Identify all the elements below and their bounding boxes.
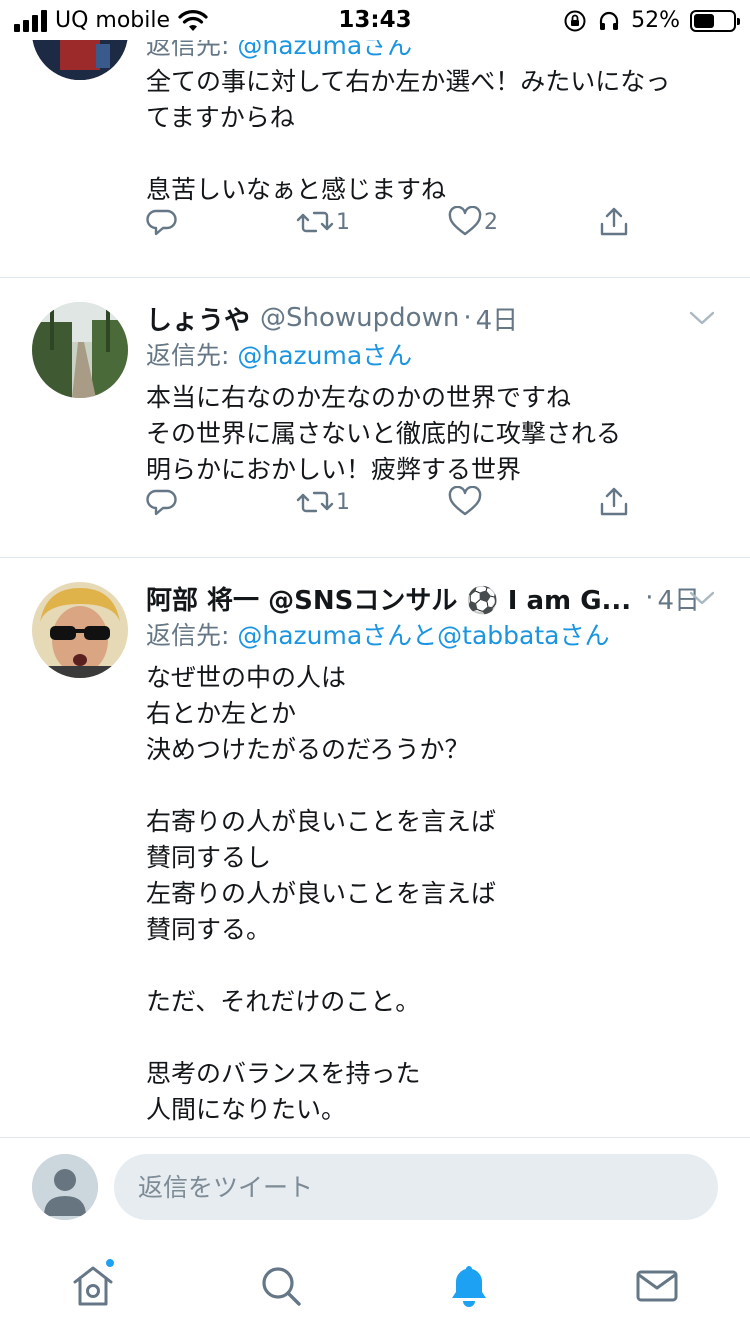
display-name[interactable]: 阿部 将一 @SNSコンサル ⚽ I am G...: [146, 580, 631, 617]
reply-to: 返信先: @hazumaさん: [146, 338, 720, 374]
home-icon: [73, 1266, 113, 1306]
retweet-button[interactable]: 1: [296, 202, 350, 242]
mail-icon: [636, 1270, 678, 1302]
tab-notifications[interactable]: [444, 1261, 494, 1311]
bell-icon: [452, 1266, 486, 1307]
tab-home[interactable]: [68, 1257, 118, 1311]
heart-icon: [448, 486, 482, 516]
tweet-header: しょうや @Showupdown · 4日: [146, 298, 720, 338]
tweet-text: なぜ世の中の人は 右とか左とか 決めつけたがるのだろうか？ 右寄りの人が良いこと…: [146, 663, 497, 1124]
retweet-icon: [296, 211, 334, 233]
reply-to-mention[interactable]: @hazumaさんと@tabbataさん: [237, 621, 609, 650]
reply-icon: [146, 489, 177, 516]
tweet-text: 本当に右なのか左なのかの世界ですね その世界に属さないと徹底的に攻撃される 明ら…: [146, 383, 622, 484]
tweet[interactable]: しょうや @Showupdown · 4日 返信先: @hazumaさん 本当に…: [0, 278, 750, 558]
retweet-button[interactable]: 1: [296, 482, 350, 522]
status-left: UQ mobile: [14, 8, 208, 33]
retweet-count: 1: [336, 209, 350, 235]
reply-button[interactable]: [146, 202, 180, 242]
reply-thread[interactable]: 返信先: @hazumaさん 全ての事に対して右か左か選べ！みたいになっ てます…: [0, 40, 750, 1136]
retweet-icon: [296, 491, 334, 513]
retweet-count: 1: [336, 489, 350, 515]
wifi-icon: [178, 9, 208, 31]
like-button[interactable]: [448, 482, 484, 522]
avatar[interactable]: [32, 582, 128, 678]
share-icon: [600, 207, 628, 236]
tweet-actions: 1: [146, 482, 646, 522]
share-button[interactable]: [598, 482, 630, 522]
tab-messages[interactable]: [632, 1261, 682, 1311]
carrier-name: UQ mobile: [55, 8, 171, 33]
new-content-indicator: [104, 1257, 116, 1269]
headphones-icon: [599, 11, 619, 30]
tweet-header: 阿部 将一 @SNSコンサル ⚽ I am G... · 4日: [146, 578, 720, 618]
reply-to-mention[interactable]: @hazumaさん: [237, 341, 412, 370]
reply-to-label: 返信先:: [146, 341, 238, 370]
user-handle[interactable]: @Showupdown: [260, 303, 459, 333]
tweet[interactable]: 阿部 将一 @SNSコンサル ⚽ I am G... · 4日 返信先: @ha…: [0, 558, 750, 1136]
my-avatar[interactable]: [32, 1154, 98, 1220]
bottom-tab-bar: [0, 1237, 750, 1334]
tweet-menu-button[interactable]: [684, 582, 720, 614]
avatar[interactable]: [32, 40, 128, 80]
reply-button[interactable]: [146, 482, 180, 522]
chevron-down-icon: [689, 591, 715, 605]
reply-to-label: 返信先:: [146, 621, 238, 650]
share-icon: [600, 487, 628, 516]
reply-to: 返信先: @hazumaさん: [146, 40, 720, 64]
reply-to: 返信先: @hazumaさんと@tabbataさん: [146, 618, 720, 654]
reply-icon: [146, 209, 177, 236]
tweet-date: 4日: [475, 305, 519, 336]
reply-compose-bar: [0, 1137, 750, 1237]
like-button[interactable]: 2: [448, 202, 498, 242]
orientation-lock-icon: [564, 10, 586, 31]
status-bar: UQ mobile 13:43 52%: [0, 0, 750, 40]
search-icon: [262, 1267, 301, 1306]
battery-percent: 52%: [631, 8, 680, 33]
tweet-text: 全ての事に対して右か左か選べ！みたいになっ てますからね 息苦しいなぁと感じます…: [146, 67, 671, 204]
like-count: 2: [484, 209, 498, 235]
battery-icon: [690, 9, 740, 32]
status-right: 52%: [563, 8, 740, 33]
reply-to-label: 返信先:: [146, 40, 238, 60]
signal-strength-icon: [14, 9, 47, 32]
tweet-menu-button[interactable]: [684, 302, 720, 334]
display-name[interactable]: しょうや: [146, 300, 250, 337]
default-profile-icon: [32, 1154, 98, 1220]
separator-dot: ·: [645, 583, 654, 613]
avatar[interactable]: [32, 302, 128, 398]
reply-to-mention[interactable]: @hazumaさん: [237, 40, 412, 60]
chevron-down-icon: [689, 311, 715, 325]
reply-input[interactable]: [114, 1154, 718, 1220]
tab-search[interactable]: [256, 1261, 306, 1311]
heart-icon: [448, 206, 482, 236]
separator-dot: ·: [463, 303, 472, 333]
tweet[interactable]: 返信先: @hazumaさん 全ての事に対して右か左か選べ！みたいになっ てます…: [0, 40, 750, 278]
tweet-actions: 1 2: [146, 202, 646, 242]
share-button[interactable]: [598, 202, 630, 242]
